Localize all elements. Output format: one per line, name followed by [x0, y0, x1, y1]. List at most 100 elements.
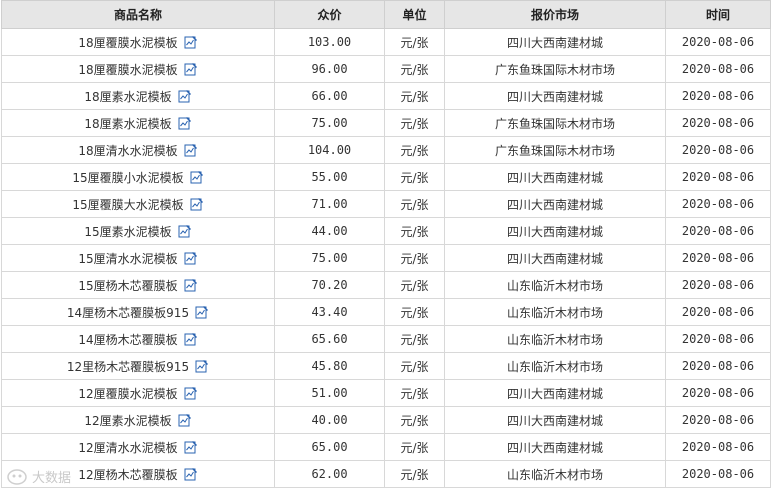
cell-name: 18厘清水水泥模板	[1, 136, 275, 164]
cell-market: 四川大西南建材城	[444, 28, 666, 56]
table-row: 15厘覆膜大水泥模板 71.00 元/张 四川大西南建材城 2020-08-06	[1, 190, 771, 218]
product-name: 18厘覆膜水泥模板	[78, 62, 178, 77]
name-wrap: 15厘覆膜大水泥模板	[72, 196, 203, 213]
table-row: 12厘覆膜水泥模板 51.00 元/张 四川大西南建材城 2020-08-06	[1, 379, 771, 407]
chart-edit-icon[interactable]	[195, 305, 209, 319]
cell-market: 山东临沂木材市场	[444, 460, 666, 488]
chart-edit-icon[interactable]	[195, 359, 209, 373]
product-name: 15厘素水泥模板	[84, 224, 172, 239]
cell-unit: 元/张	[384, 325, 445, 353]
name-wrap: 15厘杨木芯覆膜板	[78, 277, 197, 294]
cell-price: 104.00	[274, 136, 385, 164]
chart-edit-icon[interactable]	[184, 62, 198, 76]
chart-edit-icon[interactable]	[178, 116, 192, 130]
name-wrap: 18厘覆膜水泥模板	[78, 34, 197, 51]
cell-time: 2020-08-06	[665, 217, 771, 245]
cell-market: 广东鱼珠国际木材市场	[444, 136, 666, 164]
product-name: 12厘素水泥模板	[84, 413, 172, 428]
cell-name: 15厘杨木芯覆膜板	[1, 271, 275, 299]
product-name: 12厘清水水泥模板	[78, 440, 178, 455]
name-wrap: 12里杨木芯覆膜板915	[67, 358, 209, 375]
chart-edit-icon[interactable]	[184, 35, 198, 49]
name-wrap: 14厘杨木芯覆膜板	[78, 331, 197, 348]
cell-unit: 元/张	[384, 109, 445, 137]
cell-time: 2020-08-06	[665, 406, 771, 434]
chart-edit-icon[interactable]	[184, 278, 198, 292]
table-row: 18厘清水水泥模板 104.00 元/张 广东鱼珠国际木材市场 2020-08-06	[1, 136, 771, 164]
cell-unit: 元/张	[384, 379, 445, 407]
name-wrap: 15厘清水水泥模板	[78, 250, 197, 267]
product-name: 14厘杨木芯覆膜板915	[66, 305, 190, 320]
chart-edit-icon[interactable]	[184, 332, 198, 346]
cell-unit: 元/张	[384, 82, 445, 110]
product-name: 18厘素水泥模板	[84, 89, 172, 104]
chart-edit-icon[interactable]	[184, 440, 198, 454]
cell-name: 15厘素水泥模板	[1, 217, 275, 245]
cell-unit: 元/张	[384, 190, 445, 218]
cell-name: 15厘覆膜大水泥模板	[1, 190, 275, 218]
table-row: 14厘杨木芯覆膜板 65.60 元/张 山东临沂木材市场 2020-08-06	[1, 325, 771, 353]
chart-edit-icon[interactable]	[184, 467, 198, 481]
cell-unit: 元/张	[384, 217, 445, 245]
name-wrap: 18厘清水水泥模板	[78, 142, 197, 159]
chart-edit-icon[interactable]	[178, 224, 192, 238]
cell-market: 四川大西南建材城	[444, 82, 666, 110]
cell-time: 2020-08-06	[665, 163, 771, 191]
cell-name: 14厘杨木芯覆膜板	[1, 325, 275, 353]
chart-edit-icon[interactable]	[178, 413, 192, 427]
chart-edit-icon[interactable]	[184, 251, 198, 265]
product-name: 15厘覆膜小水泥模板	[72, 170, 184, 185]
cell-name: 12里杨木芯覆膜板915	[1, 352, 275, 380]
cell-time: 2020-08-06	[665, 433, 771, 461]
cell-time: 2020-08-06	[665, 55, 771, 83]
table-row: 18厘覆膜水泥模板 103.00 元/张 四川大西南建材城 2020-08-06	[1, 28, 771, 56]
cell-market: 四川大西南建材城	[444, 406, 666, 434]
cell-market: 山东临沂木材市场	[444, 352, 666, 380]
cell-time: 2020-08-06	[665, 28, 771, 56]
name-wrap: 15厘素水泥模板	[84, 223, 191, 240]
product-name: 15厘清水水泥模板	[78, 251, 178, 266]
cell-time: 2020-08-06	[665, 109, 771, 137]
cell-time: 2020-08-06	[665, 298, 771, 326]
cell-time: 2020-08-06	[665, 190, 771, 218]
cell-name: 14厘杨木芯覆膜板915	[1, 298, 275, 326]
table-row: 15厘清水水泥模板 75.00 元/张 四川大西南建材城 2020-08-06	[1, 244, 771, 272]
cell-unit: 元/张	[384, 460, 445, 488]
table-row: 15厘杨木芯覆膜板 70.20 元/张 山东临沂木材市场 2020-08-06	[1, 271, 771, 299]
name-wrap: 12厘素水泥模板	[84, 412, 191, 429]
cell-unit: 元/张	[384, 136, 445, 164]
table-row: 12厘清水水泥模板 65.00 元/张 四川大西南建材城 2020-08-06	[1, 433, 771, 461]
cell-time: 2020-08-06	[665, 244, 771, 272]
chart-edit-icon[interactable]	[190, 197, 204, 211]
cell-price: 103.00	[274, 28, 385, 56]
cell-unit: 元/张	[384, 271, 445, 299]
table-row: 15厘覆膜小水泥模板 55.00 元/张 四川大西南建材城 2020-08-06	[1, 163, 771, 191]
price-table-page: 商品名称 众价 单位 报价市场 时间 18厘覆膜水泥模板 103.00 元/张 四川大…	[0, 0, 771, 490]
table-row: 12厘素水泥模板 40.00 元/张 四川大西南建材城 2020-08-06	[1, 406, 771, 434]
cell-unit: 元/张	[384, 406, 445, 434]
cell-price: 71.00	[274, 190, 385, 218]
cell-unit: 元/张	[384, 28, 445, 56]
cell-unit: 元/张	[384, 55, 445, 83]
product-name: 12厘覆膜水泥模板	[78, 386, 178, 401]
cell-price: 55.00	[274, 163, 385, 191]
cell-price: 65.00	[274, 433, 385, 461]
chart-edit-icon[interactable]	[190, 170, 204, 184]
product-name: 18厘素水泥模板	[84, 116, 172, 131]
cell-name: 12厘覆膜水泥模板	[1, 379, 275, 407]
cell-unit: 元/张	[384, 352, 445, 380]
cell-time: 2020-08-06	[665, 460, 771, 488]
chart-edit-icon[interactable]	[184, 386, 198, 400]
cell-market: 四川大西南建材城	[444, 190, 666, 218]
cell-time: 2020-08-06	[665, 325, 771, 353]
cell-market: 四川大西南建材城	[444, 244, 666, 272]
product-name: 14厘杨木芯覆膜板	[78, 332, 178, 347]
cell-price: 43.40	[274, 298, 385, 326]
chart-edit-icon[interactable]	[184, 143, 198, 157]
chart-edit-icon[interactable]	[178, 89, 192, 103]
product-name: 15厘杨木芯覆膜板	[78, 278, 178, 293]
product-name: 12里杨木芯覆膜板915	[66, 359, 190, 374]
price-table: 商品名称 众价 单位 报价市场 时间 18厘覆膜水泥模板 103.00 元/张 四川大…	[1, 0, 771, 488]
cell-unit: 元/张	[384, 433, 445, 461]
cell-price: 62.00	[274, 460, 385, 488]
